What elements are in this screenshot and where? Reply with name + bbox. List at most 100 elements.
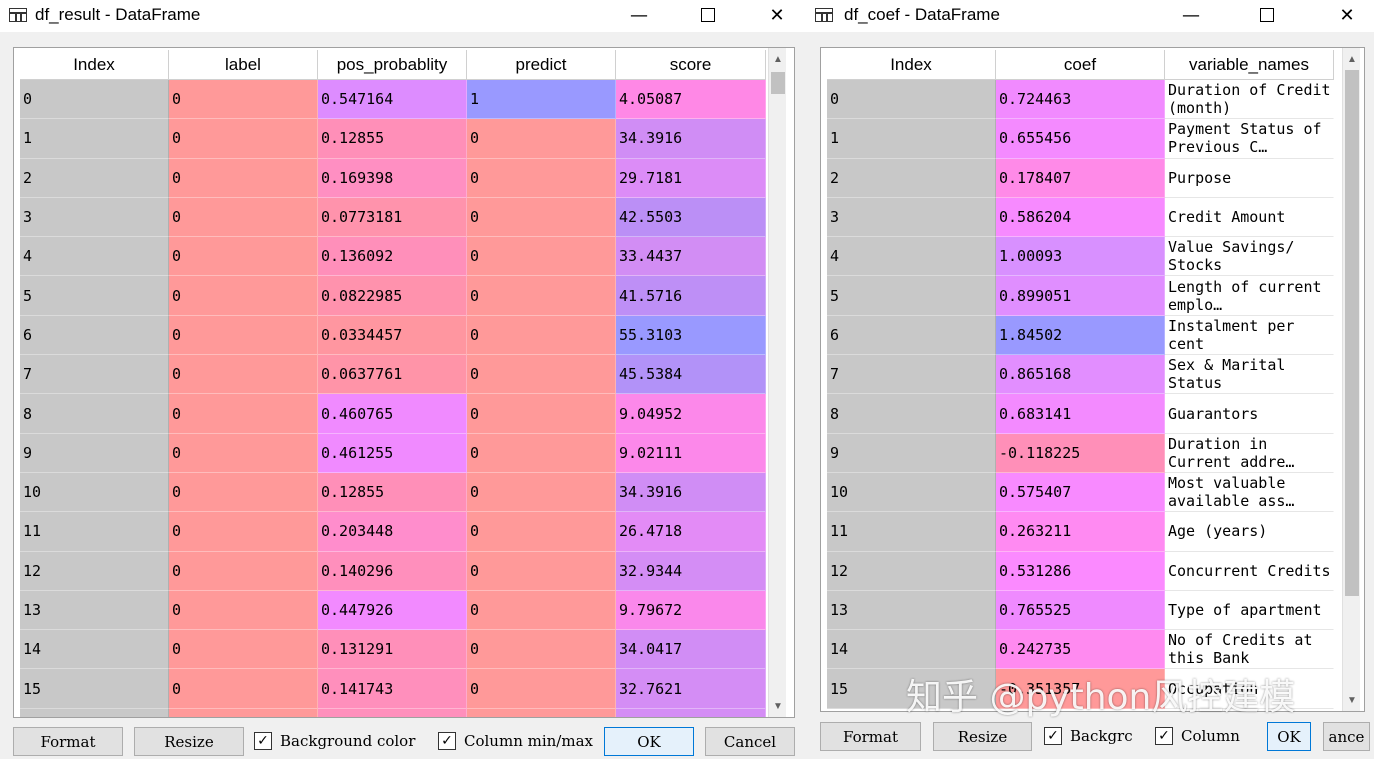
variable-name-cell[interactable]: Purpose	[1165, 158, 1334, 198]
title-bar[interactable]: df_result - DataFrame — ✕	[0, 0, 806, 32]
index-cell[interactable]: 10	[20, 472, 169, 513]
label-cell[interactable]: 0	[169, 119, 318, 159]
index-cell[interactable]: 7	[827, 355, 996, 395]
column-header-coef[interactable]: coef	[996, 50, 1165, 80]
checkbox-checked-icon[interactable]: ✓	[1044, 727, 1062, 745]
index-cell[interactable]: 11	[827, 512, 996, 552]
column-header-predict[interactable]: predict	[467, 50, 616, 80]
checkbox-checked-icon[interactable]: ✓	[254, 732, 272, 750]
coef-cell[interactable]: 0.586204	[996, 197, 1165, 238]
score-cell[interactable]: 42.5503	[616, 197, 766, 238]
table-row[interactable]	[20, 708, 766, 717]
minimize-button[interactable]: —	[614, 0, 664, 30]
coef-cell[interactable]: 0.724463	[996, 80, 1165, 120]
variable-name-cell[interactable]: Concurrent Credits	[1165, 551, 1334, 591]
label-cell[interactable]: 0	[169, 551, 318, 591]
table-row[interactable]: 14 0.242735 No of Credits at this Bank	[827, 630, 1334, 670]
scroll-up-arrow-icon[interactable]: ▲	[769, 50, 787, 68]
predict-cell[interactable]: 0	[467, 276, 616, 316]
coef-cell[interactable]: 0.242735	[996, 630, 1165, 670]
label-cell[interactable]: 0	[169, 512, 318, 552]
pos-probablity-cell[interactable]: 0.141743	[318, 669, 467, 709]
variable-name-cell[interactable]: Length of current emplo…	[1165, 276, 1334, 316]
variable-name-cell[interactable]: Guarantors	[1165, 394, 1334, 434]
table-row[interactable]: 4 0 0.136092 0 33.4437	[20, 237, 766, 277]
variable-name-cell[interactable]: Duration of Credit (month)	[1165, 80, 1334, 120]
table-row[interactable]: 7 0 0.0637761 0 45.5384	[20, 355, 766, 395]
format-button[interactable]: Format	[820, 722, 921, 751]
column-header-pos-probablity[interactable]: pos_probablity	[318, 50, 467, 80]
pos-probablity-cell[interactable]: 0.12855	[318, 472, 467, 513]
predict-cell[interactable]: 0	[467, 551, 616, 591]
checkbox-checked-icon[interactable]: ✓	[1155, 727, 1173, 745]
background-color-checkbox[interactable]: ✓ Background color	[254, 732, 415, 750]
label-cell[interactable]: 0	[169, 315, 318, 356]
column-minmax-checkbox[interactable]: ✓ Column min/max	[438, 732, 593, 750]
format-button[interactable]: Format	[13, 727, 123, 756]
label-cell[interactable]: 0	[169, 394, 318, 434]
index-cell[interactable]: 14	[20, 630, 169, 670]
coef-cell[interactable]: 0.899051	[996, 276, 1165, 316]
variable-name-cell[interactable]: Most valuable available ass…	[1165, 472, 1334, 513]
predict-cell[interactable]: 0	[467, 590, 616, 631]
index-cell[interactable]: 4	[20, 237, 169, 277]
index-cell[interactable]: 9	[827, 433, 996, 473]
variable-name-cell[interactable]: Credit Amount	[1165, 197, 1334, 238]
pos-probablity-cell[interactable]: 0.140296	[318, 551, 467, 591]
column-header-score[interactable]: score	[616, 50, 766, 80]
table-row[interactable]: 5 0.899051 Length of current emplo…	[827, 276, 1334, 316]
table-row[interactable]: 2 0.178407 Purpose	[827, 158, 1334, 198]
table-row[interactable]: 15 0 0.141743 0 32.7621	[20, 669, 766, 709]
index-cell[interactable]: 8	[827, 394, 996, 434]
column-header-variable-names[interactable]: variable_names	[1165, 50, 1334, 80]
index-cell[interactable]: 10	[827, 472, 996, 513]
predict-cell[interactable]: 0	[467, 355, 616, 395]
table-row[interactable]: 3 0.586204 Credit Amount	[827, 197, 1334, 238]
predict-cell[interactable]: 0	[467, 315, 616, 356]
score-cell[interactable]: 34.0417	[616, 630, 766, 670]
index-cell[interactable]: 6	[20, 315, 169, 356]
score-cell[interactable]: 9.79672	[616, 590, 766, 631]
label-cell[interactable]: 0	[169, 276, 318, 316]
pos-probablity-cell[interactable]: 0.136092	[318, 237, 467, 277]
pos-probablity-cell[interactable]: 0.12855	[318, 119, 467, 159]
score-cell[interactable]: 9.02111	[616, 433, 766, 473]
table-row[interactable]: 7 0.865168 Sex & Marital Status	[827, 355, 1334, 395]
label-cell[interactable]: 0	[169, 80, 318, 120]
predict-cell[interactable]: 0	[467, 119, 616, 159]
label-cell[interactable]: 0	[169, 472, 318, 513]
score-cell[interactable]: 32.7621	[616, 669, 766, 709]
table-row[interactable]: 10 0.575407 Most valuable available ass…	[827, 472, 1334, 513]
maximize-button[interactable]	[1242, 0, 1292, 30]
index-cell[interactable]: 12	[20, 551, 169, 591]
label-cell[interactable]: 0	[169, 158, 318, 198]
pos-probablity-cell[interactable]: 0.0773181	[318, 197, 467, 238]
pos-probablity-cell[interactable]: 0.0334457	[318, 315, 467, 356]
table-row[interactable]: 0 0 0.547164 1 4.05087	[20, 80, 766, 120]
index-cell[interactable]: 3	[20, 197, 169, 238]
table-row[interactable]: 13 0.765525 Type of apartment	[827, 590, 1334, 631]
index-cell[interactable]: 5	[20, 276, 169, 316]
predict-cell[interactable]: 0	[467, 433, 616, 473]
close-button[interactable]: ✕	[752, 0, 802, 30]
label-cell[interactable]: 0	[169, 630, 318, 670]
predict-cell[interactable]: 0	[467, 512, 616, 552]
table-row[interactable]: 15 -0.351357 Occupation	[827, 669, 1334, 709]
score-cell[interactable]: 33.4437	[616, 237, 766, 277]
pos-probablity-cell[interactable]: 0.131291	[318, 630, 467, 670]
variable-name-cell[interactable]: Payment Status of Previous C…	[1165, 119, 1334, 159]
table-row[interactable]: 14 0 0.131291 0 34.0417	[20, 630, 766, 670]
scroll-down-arrow-icon[interactable]: ▼	[769, 697, 787, 715]
index-cell[interactable]: 14	[827, 630, 996, 670]
table-row[interactable]: 4 1.00093 Value Savings/ Stocks	[827, 237, 1334, 277]
pos-probablity-cell[interactable]: 0.461255	[318, 433, 467, 473]
table-row[interactable]: 9 -0.118225 Duration in Current addre…	[827, 433, 1334, 473]
index-cell[interactable]	[20, 708, 169, 717]
title-bar[interactable]: df_coef - DataFrame — ✕	[806, 0, 1374, 32]
predict-cell[interactable]: 1	[467, 80, 616, 120]
table-row[interactable]: 1 0.655456 Payment Status of Previous C…	[827, 119, 1334, 159]
predict-cell[interactable]: 0	[467, 394, 616, 434]
checkbox-checked-icon[interactable]: ✓	[438, 732, 456, 750]
index-cell[interactable]: 0	[20, 80, 169, 120]
table-row[interactable]: 11 0.263211 Age (years)	[827, 512, 1334, 552]
